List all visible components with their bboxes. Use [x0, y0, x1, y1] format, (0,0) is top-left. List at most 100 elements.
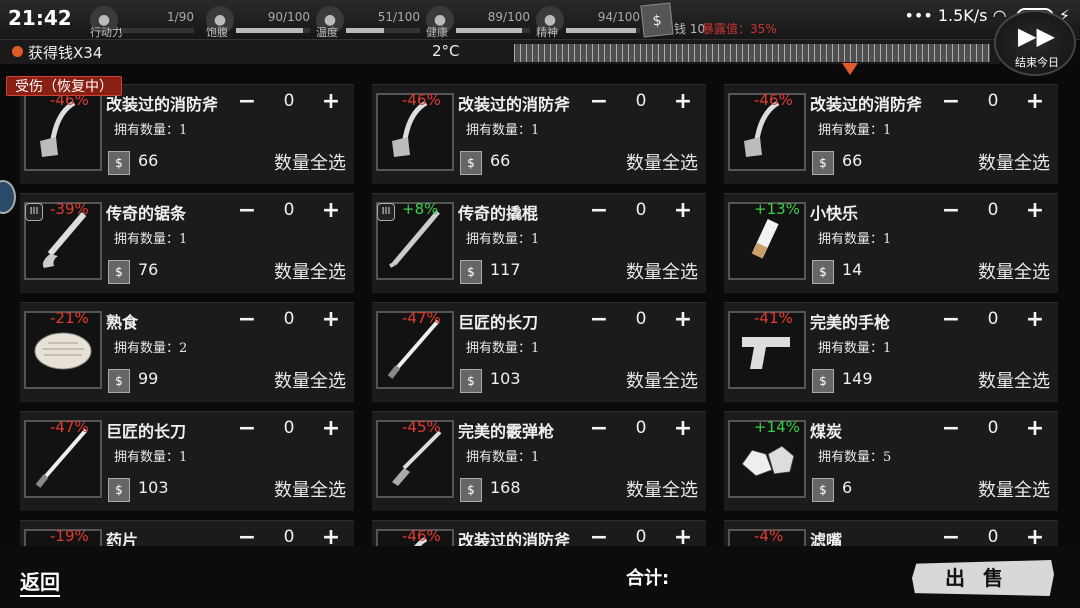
stat-bar-fill: [566, 28, 636, 33]
decrease-button[interactable]: −: [584, 414, 614, 444]
money-icon: $: [460, 478, 482, 502]
select-all-button[interactable]: 数量全选: [978, 367, 1050, 393]
increase-button[interactable]: +: [316, 523, 346, 546]
select-all-button[interactable]: 数量全选: [978, 149, 1050, 175]
item-price: 103: [490, 369, 521, 388]
increase-button[interactable]: +: [316, 305, 346, 335]
stat-bar: [566, 28, 640, 33]
increase-button[interactable]: +: [1020, 196, 1050, 226]
item-price: 66: [138, 151, 159, 170]
sell-quantity: 0: [283, 418, 295, 438]
price-change: -46%: [754, 91, 793, 109]
increase-button[interactable]: +: [316, 196, 346, 226]
select-all-button[interactable]: 数量全选: [626, 476, 698, 502]
select-all-button[interactable]: 数量全选: [274, 476, 346, 502]
item-card[interactable]: -41% 完美的手枪 − 0 + 拥有数量：1 $149 数量全选: [724, 302, 1058, 402]
money-icon: $: [812, 478, 834, 502]
sell-quantity: 0: [283, 309, 295, 329]
sell-quantity: 0: [635, 309, 647, 329]
decrease-button[interactable]: −: [232, 305, 262, 335]
item-card[interactable]: -21% 熟食 − 0 + 拥有数量：2 $99 数量全选: [20, 302, 354, 402]
decrease-button[interactable]: −: [232, 87, 262, 117]
item-card[interactable]: -46% 改装过的消防斧 −0 + 拥有数量：1 $66 数量全选: [20, 84, 354, 184]
tier-badge: III: [25, 203, 43, 221]
item-price: 66: [490, 151, 511, 170]
money-icon: $: [640, 2, 674, 38]
select-all-button[interactable]: 数量全选: [978, 476, 1050, 502]
decrease-button[interactable]: −: [936, 87, 966, 117]
owned-prefix: 拥有数量：: [466, 450, 532, 465]
decrease-button[interactable]: −: [936, 196, 966, 226]
item-card[interactable]: -4% 滤嘴 − 0 +: [724, 520, 1058, 546]
decrease-button[interactable]: −: [232, 196, 262, 226]
increase-button[interactable]: +: [1020, 523, 1050, 546]
price-change: -41%: [754, 309, 793, 327]
item-name: 改装过的消防斧: [106, 95, 219, 114]
owned-value: 2: [179, 341, 188, 356]
item-card[interactable]: +14% 煤炭 − 0 + 拥有数量：5 $6 数量全选: [724, 411, 1058, 511]
item-card[interactable]: -47% 巨匠的长刀 − 0 + 拥有数量：1 $103 数量全选: [372, 302, 706, 402]
select-all-button[interactable]: 数量全选: [626, 367, 698, 393]
stat-bar-fill: [236, 28, 303, 33]
select-all-button[interactable]: 数量全选: [274, 149, 346, 175]
time-marker-icon: [842, 63, 858, 75]
decrease-button[interactable]: −: [584, 87, 614, 117]
item-card[interactable]: +13% 小快乐 − 0 + 拥有数量：1 $14 数量全选: [724, 193, 1058, 293]
stat-value: 90/100: [267, 10, 310, 24]
decrease-button[interactable]: −: [936, 305, 966, 335]
decrease-button[interactable]: −: [936, 523, 966, 546]
item-card[interactable]: -19% 药片 − 0 +: [20, 520, 354, 546]
owned-value: 1: [531, 450, 540, 465]
owned-prefix: 拥有数量：: [818, 450, 884, 465]
owned-count: 拥有数量：5: [818, 446, 891, 465]
select-all-button[interactable]: 数量全选: [274, 258, 346, 284]
item-card[interactable]: -46% 改装过的消防斧 −0 + 拥有数量：1 $66 数量全选: [724, 84, 1058, 184]
decrease-button[interactable]: −: [584, 523, 614, 546]
increase-button[interactable]: +: [668, 305, 698, 335]
end-day-button[interactable]: ▶▶ 结束今日: [994, 10, 1076, 76]
increase-button[interactable]: +: [668, 523, 698, 546]
item-card[interactable]: -46% 改装过的消防斧 −0 + 拥有数量：1 $66 数量全选: [372, 84, 706, 184]
decrease-button[interactable]: −: [232, 523, 262, 546]
money-icon: $: [812, 369, 834, 393]
end-day-label: 结束今日: [1015, 56, 1059, 69]
owned-count: 拥有数量：1: [818, 228, 891, 247]
increase-button[interactable]: +: [1020, 87, 1050, 117]
increase-button[interactable]: +: [1020, 414, 1050, 444]
item-grid: -46% 改装过的消防斧 −0 + 拥有数量：1 $66 数量全选 -46% 改装过的消防斧 −0…: [0, 84, 1080, 546]
decrease-button[interactable]: −: [584, 196, 614, 226]
select-all-button[interactable]: 数量全选: [626, 258, 698, 284]
item-name: 熟食: [106, 313, 139, 332]
item-name: 改装过的消防斧: [810, 95, 923, 114]
select-all-button[interactable]: 数量全选: [274, 367, 346, 393]
owned-count: 拥有数量：1: [114, 119, 187, 138]
item-card[interactable]: III -39% 传奇的锯条 − 0 + 拥有数量：1 $76 数量全选: [20, 193, 354, 293]
increase-button[interactable]: +: [316, 414, 346, 444]
stat-bar: [346, 28, 420, 33]
stat-value: 51/100: [377, 10, 420, 24]
back-button[interactable]: 返回: [20, 566, 60, 597]
item-card[interactable]: -45% 完美的霰弹枪 − 0 + 拥有数量：1 $168 数量全选: [372, 411, 706, 511]
stat-0: ● 行动力 1/90: [90, 4, 194, 39]
increase-button[interactable]: +: [668, 196, 698, 226]
decrease-button[interactable]: −: [232, 414, 262, 444]
price-change: -47%: [50, 418, 89, 436]
increase-button[interactable]: +: [668, 87, 698, 117]
decrease-button[interactable]: −: [584, 305, 614, 335]
item-card[interactable]: -47% 巨匠的长刀 − 0 + 拥有数量：1 $103 数量全选: [20, 411, 354, 511]
item-card[interactable]: -46% 改装过的消防斧 − 0 +: [372, 520, 706, 546]
item-name: 巨匠的长刀: [106, 422, 187, 441]
sell-button[interactable]: 出售: [912, 560, 1054, 596]
select-all-button[interactable]: 数量全选: [626, 149, 698, 175]
price-change: -4%: [754, 527, 784, 545]
decrease-button[interactable]: −: [936, 414, 966, 444]
increase-button[interactable]: +: [1020, 305, 1050, 335]
footer-bar: 返回 合计: 出售: [0, 546, 1080, 608]
select-all-button[interactable]: 数量全选: [978, 258, 1050, 284]
money-icon: $: [460, 151, 482, 175]
item-card[interactable]: III +8% 传奇的撬棍 − 0 + 拥有数量：1 $117 数量全选: [372, 193, 706, 293]
increase-button[interactable]: +: [668, 414, 698, 444]
increase-button[interactable]: +: [316, 87, 346, 117]
owned-value: 1: [883, 232, 892, 247]
money-icon: $: [460, 369, 482, 393]
